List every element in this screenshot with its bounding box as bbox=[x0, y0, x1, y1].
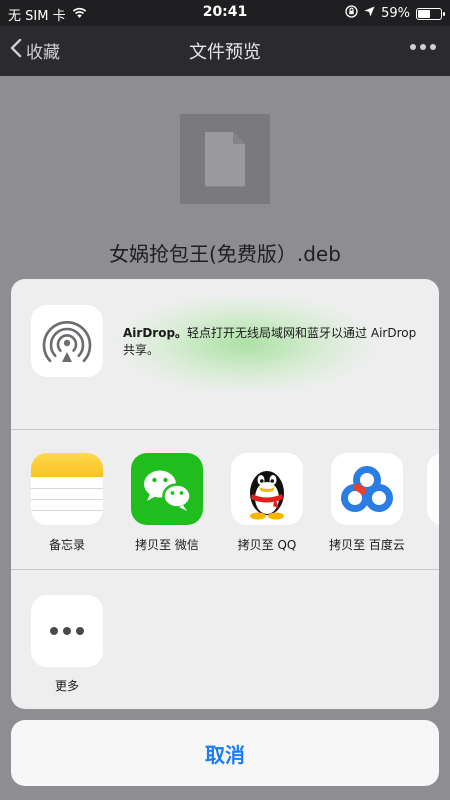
more-options-button[interactable] bbox=[410, 44, 436, 50]
airdrop-text: AirDrop。轻点打开无线局域网和蓝牙以通过 AirDrop 共享。 bbox=[123, 325, 423, 359]
dot-icon bbox=[430, 44, 436, 50]
share-app-qq[interactable]: 拷贝至 QQ bbox=[217, 453, 317, 553]
airdrop-row[interactable]: AirDrop。轻点打开无线局域网和蓝牙以通过 AirDrop 共享。 bbox=[11, 279, 439, 429]
share-app-partial[interactable] bbox=[427, 453, 439, 525]
status-bar: 无 SIM 卡 20:41 59% bbox=[0, 0, 450, 26]
share-sheet: AirDrop。轻点打开无线局域网和蓝牙以通过 AirDrop 共享。 备忘录 bbox=[11, 279, 439, 709]
share-app-label: 备忘录 bbox=[48, 538, 85, 552]
share-app-label: 拷贝至 QQ bbox=[237, 538, 297, 552]
share-app-baidu-cloud[interactable]: 拷贝至 百度云 bbox=[317, 453, 417, 553]
page-title: 文件预览 bbox=[189, 42, 261, 63]
share-app-label: 拷贝至 百度云 bbox=[329, 538, 405, 552]
wechat-icon bbox=[131, 453, 203, 525]
share-apps-row: 备忘录 拷贝至 微信 拷贝至 QQ 拷贝至 百度云 bbox=[11, 430, 439, 569]
file-name: 女娲抢包王(免费版）.deb bbox=[109, 242, 341, 266]
more-icon[interactable] bbox=[31, 595, 103, 667]
more-actions-row: 更多 bbox=[11, 570, 439, 709]
file-icon bbox=[180, 114, 270, 204]
battery-percent: 59% bbox=[381, 6, 410, 21]
notes-icon bbox=[31, 453, 103, 525]
airdrop-icon[interactable] bbox=[31, 305, 103, 377]
dot-icon bbox=[420, 44, 426, 50]
share-app-wechat[interactable]: 拷贝至 微信 bbox=[117, 453, 217, 553]
battery-icon bbox=[416, 7, 445, 20]
orientation-lock-icon bbox=[345, 5, 358, 22]
more-label: 更多 bbox=[54, 679, 79, 693]
nav-bar: 收藏 文件预览 bbox=[0, 26, 450, 76]
baidu-cloud-icon bbox=[331, 453, 403, 525]
battery-fill bbox=[418, 9, 430, 18]
share-app-notes[interactable]: 备忘录 bbox=[17, 453, 117, 553]
share-app-label: 拷贝至 微信 bbox=[135, 538, 199, 552]
cancel-button[interactable]: 取消 bbox=[11, 720, 439, 786]
location-arrow-icon bbox=[364, 6, 375, 21]
dot-icon bbox=[410, 44, 416, 50]
airdrop-title: AirDrop。 bbox=[123, 326, 188, 340]
qq-icon bbox=[231, 453, 303, 525]
